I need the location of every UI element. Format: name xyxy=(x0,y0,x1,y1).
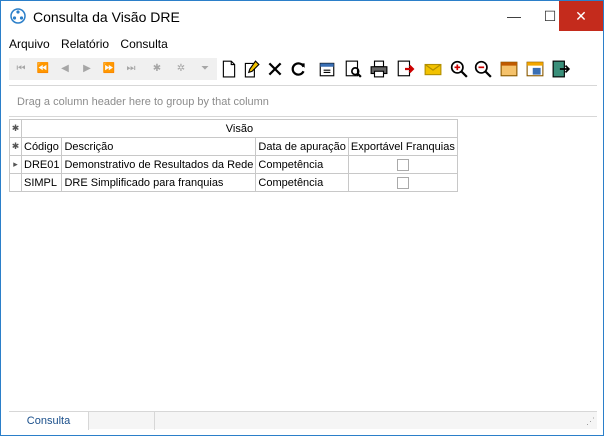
column-header-exportavel[interactable]: Exportável Franquias xyxy=(347,137,458,156)
title-bar: Consulta da Visão DRE — ☐ ✕ xyxy=(1,1,603,33)
export-icon[interactable] xyxy=(395,60,415,78)
refresh-icon[interactable] xyxy=(289,60,309,78)
menu-bar: Arquivo Relatório Consulta xyxy=(9,37,176,55)
window: Consulta da Visão DRE — ☐ ✕ Arquivo Rela… xyxy=(0,0,604,436)
cell-descricao[interactable]: DRE Simplificado para franquias xyxy=(61,173,257,192)
next-record-icon[interactable]: ▶ xyxy=(77,60,97,78)
row-indicator xyxy=(9,173,22,192)
row-indicator-icon: ▸ xyxy=(9,155,22,174)
email-icon[interactable] xyxy=(423,60,443,78)
status-bar: Consulta ⋰ xyxy=(9,411,597,430)
insert-record-icon[interactable]: ✱ xyxy=(147,60,167,78)
edit-icon[interactable] xyxy=(241,60,261,78)
column-header-descricao[interactable]: Descrição xyxy=(61,137,257,156)
filter-icon[interactable]: ⏷ xyxy=(195,60,215,78)
table-row[interactable]: ▸ DRE01 Demonstrativo de Resultados da R… xyxy=(9,155,458,174)
window-title: Consulta da Visão DRE xyxy=(33,9,180,25)
column-header-row: ✱ Código Descrição Data de apuração Expo… xyxy=(9,137,458,156)
status-segment xyxy=(89,412,155,430)
cell-exportavel[interactable] xyxy=(347,155,458,174)
app-icon xyxy=(10,8,26,24)
data-grid: ✱ Visão ✱ Código Descrição Data de apura… xyxy=(9,119,458,192)
group-by-panel[interactable]: Drag a column header here to group by th… xyxy=(9,85,597,117)
print-icon[interactable] xyxy=(369,60,389,78)
column-indicator-icon[interactable]: ✱ xyxy=(9,137,22,156)
menu-consulta[interactable]: Consulta xyxy=(120,37,167,51)
table-row[interactable]: SIMPL DRE Simplificado para franquias Co… xyxy=(9,173,458,192)
resize-grip-icon[interactable]: ⋰ xyxy=(586,416,595,427)
cell-codigo[interactable]: SIMPL xyxy=(20,173,63,192)
menu-relatorio[interactable]: Relatório xyxy=(61,37,109,51)
preview-icon[interactable] xyxy=(343,60,363,78)
cell-exportavel[interactable] xyxy=(347,173,458,192)
close-button[interactable]: ✕ xyxy=(559,1,603,31)
new-icon[interactable] xyxy=(219,60,239,78)
status-tab-consulta[interactable]: Consulta xyxy=(9,412,89,430)
group-by-hint: Drag a column header here to group by th… xyxy=(17,96,269,108)
cell-data-apuracao[interactable]: Competência xyxy=(255,173,349,192)
band-header-row: ✱ Visão xyxy=(9,119,458,138)
cell-data-apuracao[interactable]: Competência xyxy=(255,155,349,174)
menu-arquivo[interactable]: Arquivo xyxy=(9,37,50,51)
band-indicator-icon[interactable]: ✱ xyxy=(9,119,22,138)
first-record-icon[interactable]: ⏮ xyxy=(11,60,31,78)
next-page-icon[interactable]: ⏩ xyxy=(99,60,119,78)
cell-descricao[interactable]: Demonstrativo de Resultados da Rede xyxy=(61,155,257,174)
delete-icon[interactable] xyxy=(265,60,285,78)
band-header[interactable]: Visão xyxy=(21,119,458,138)
last-record-icon[interactable]: ⏭ xyxy=(121,60,141,78)
zoom-in-icon[interactable] xyxy=(449,60,469,78)
cell-codigo[interactable]: DRE01 xyxy=(20,155,63,174)
exportavel-checkbox[interactable] xyxy=(396,158,409,171)
exit-icon[interactable] xyxy=(551,60,571,78)
column-header-codigo[interactable]: Código xyxy=(20,137,63,156)
properties-icon[interactable] xyxy=(317,60,337,78)
calendar-icon[interactable] xyxy=(499,60,519,78)
prev-page-icon[interactable]: ⏪ xyxy=(33,60,53,78)
navigator: ⏮ ⏪ ◀ ▶ ⏩ ⏭ ✱ ✲ ⏷ xyxy=(9,58,217,80)
exportavel-checkbox[interactable] xyxy=(396,176,409,189)
zoom-out-icon[interactable] xyxy=(473,60,493,78)
prev-record-icon[interactable]: ◀ xyxy=(55,60,75,78)
column-header-data-apuracao[interactable]: Data de apuração xyxy=(255,137,349,156)
toolbar: ⏮ ⏪ ◀ ▶ ⏩ ⏭ ✱ ✲ ⏷ xyxy=(9,58,599,80)
append-record-icon[interactable]: ✲ xyxy=(171,60,191,78)
window-icon[interactable] xyxy=(525,60,545,78)
